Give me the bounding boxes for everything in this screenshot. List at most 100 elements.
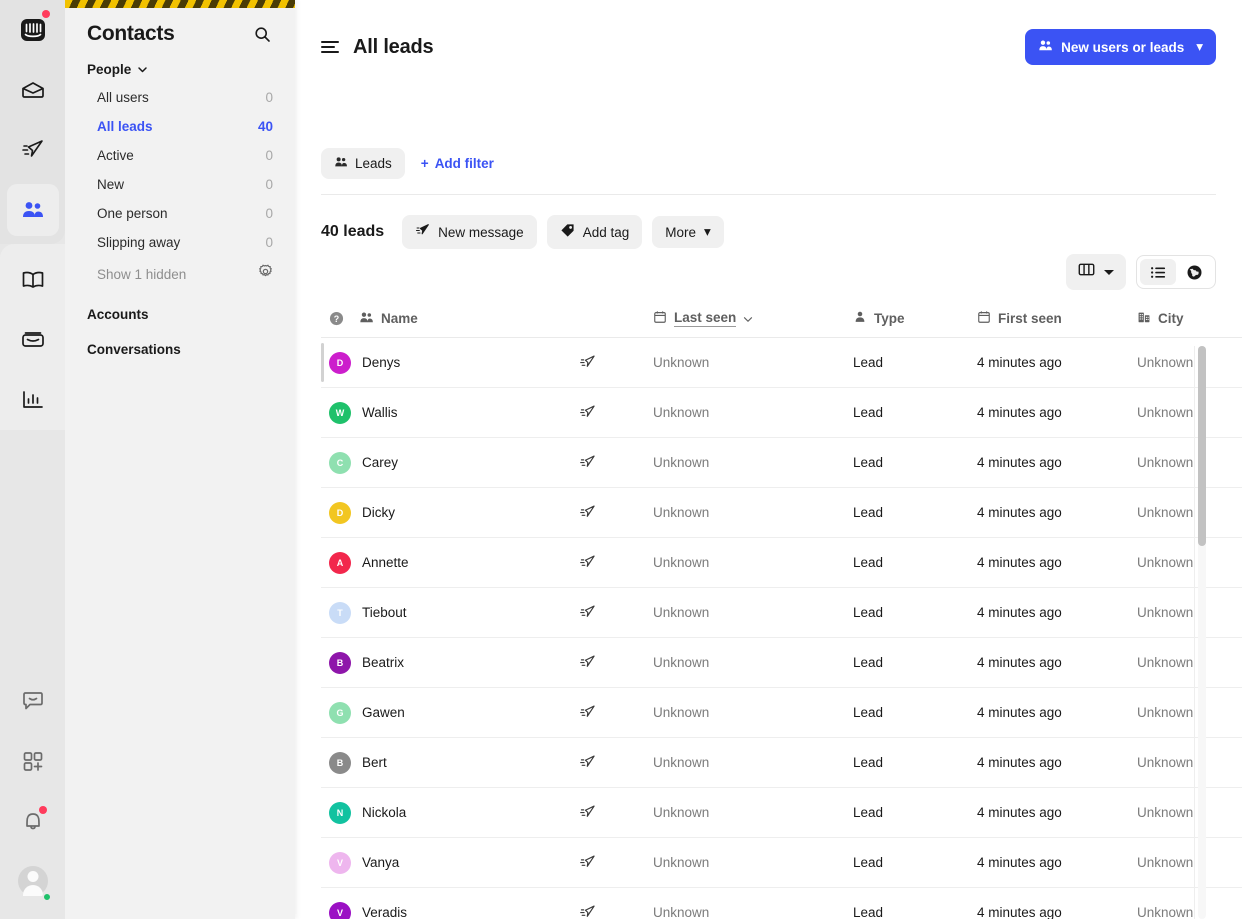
table-row[interactable]: V Vanya Unknown Lead 4 minutes ago Unknown bbox=[321, 838, 1242, 888]
table-row[interactable]: G Gawen Unknown Lead 4 minutes ago Unknown bbox=[321, 688, 1242, 738]
column-header-city[interactable]: City bbox=[1137, 310, 1242, 327]
table-row[interactable]: A Annette Unknown Lead 4 minutes ago Unknown bbox=[321, 538, 1242, 588]
sidebar-item-outbound[interactable] bbox=[7, 124, 59, 176]
add-filter-button[interactable]: + Add filter bbox=[415, 149, 500, 178]
column-header-label: Type bbox=[874, 311, 905, 326]
map-view-button[interactable] bbox=[1176, 259, 1212, 285]
cell-first-seen: 4 minutes ago bbox=[977, 505, 1062, 520]
people-icon bbox=[334, 155, 348, 172]
send-message-icon[interactable] bbox=[579, 904, 653, 919]
cell-name[interactable]: V Veradis bbox=[329, 901, 579, 919]
column-header-name[interactable]: Name bbox=[359, 310, 579, 328]
search-icon[interactable] bbox=[251, 23, 273, 45]
table-row[interactable]: T Tiebout Unknown Lead 4 minutes ago Unknown bbox=[321, 588, 1242, 638]
cell-name[interactable]: C Carey bbox=[329, 451, 579, 474]
cell-last-seen: Unknown bbox=[653, 855, 710, 870]
table-body: D Denys Unknown Lead 4 minutes ago Unknown W Wa… bbox=[321, 338, 1242, 919]
sidebar-item-inbox[interactable] bbox=[7, 64, 59, 116]
column-header-last-seen[interactable]: Last seen bbox=[653, 310, 853, 327]
new-users-or-leads-button[interactable]: New users or leads ▾ bbox=[1025, 29, 1216, 65]
cell-name[interactable]: T Tiebout bbox=[329, 601, 579, 624]
cell-name[interactable]: A Annette bbox=[329, 551, 579, 574]
user-avatar[interactable] bbox=[7, 855, 59, 907]
apps-add-icon[interactable] bbox=[7, 735, 59, 787]
contact-name: Tiebout bbox=[362, 605, 407, 620]
cell-name[interactable]: W Wallis bbox=[329, 401, 579, 424]
contact-name: Denys bbox=[362, 355, 401, 370]
table-row[interactable]: B Bert Unknown Lead 4 minutes ago Unknown bbox=[321, 738, 1242, 788]
gear-icon[interactable] bbox=[258, 264, 273, 284]
cell-name[interactable]: V Vanya bbox=[329, 851, 579, 874]
more-button[interactable]: More ▾ bbox=[652, 216, 724, 248]
table-row[interactable]: D Dicky Unknown Lead 4 minutes ago Unknown bbox=[321, 488, 1242, 538]
new-message-button[interactable]: New message bbox=[402, 215, 537, 249]
send-message-icon[interactable] bbox=[579, 604, 653, 621]
cell-name[interactable]: D Denys bbox=[329, 351, 579, 374]
list-view-button[interactable] bbox=[1140, 259, 1176, 285]
table-scrollbar[interactable] bbox=[1198, 346, 1206, 919]
send-message-icon[interactable] bbox=[579, 404, 653, 421]
cell-name[interactable]: B Beatrix bbox=[329, 651, 579, 674]
columns-button[interactable] bbox=[1066, 254, 1126, 290]
main-page-title: All leads bbox=[353, 35, 434, 58]
plus-icon: + bbox=[420, 155, 429, 171]
cell-first-seen: 4 minutes ago bbox=[977, 655, 1062, 670]
scrollbar-thumb[interactable] bbox=[1198, 346, 1206, 546]
sidebar-item-news[interactable] bbox=[7, 314, 59, 366]
messenger-icon[interactable] bbox=[7, 675, 59, 727]
table-row[interactable]: C Carey Unknown Lead 4 minutes ago Unknown bbox=[321, 438, 1242, 488]
cell-city: Unknown bbox=[1137, 655, 1194, 670]
cell-last-seen: Unknown bbox=[653, 505, 710, 520]
person-icon bbox=[853, 310, 867, 327]
cell-name[interactable]: D Dicky bbox=[329, 501, 579, 524]
cell-name[interactable]: B Bert bbox=[329, 751, 579, 774]
column-header-label: Last seen bbox=[674, 310, 737, 327]
send-message-icon[interactable] bbox=[579, 454, 653, 471]
send-message-icon[interactable] bbox=[579, 704, 653, 721]
intercom-logo[interactable] bbox=[7, 4, 59, 56]
cell-name[interactable]: N Nickola bbox=[329, 801, 579, 824]
sidebar-item-articles[interactable] bbox=[7, 254, 59, 306]
column-header-help[interactable]: ? bbox=[329, 311, 359, 326]
hamburger-line bbox=[321, 46, 335, 48]
send-message-icon[interactable] bbox=[579, 554, 653, 571]
contact-name: Bert bbox=[362, 755, 387, 770]
cell-name[interactable]: G Gawen bbox=[329, 701, 579, 724]
sidebar-item-all-users[interactable]: All users 0 bbox=[65, 83, 295, 112]
sidebar-item-reports[interactable] bbox=[7, 374, 59, 426]
sidebar-item-all-leads[interactable]: All leads 40 bbox=[65, 112, 295, 141]
hamburger-line bbox=[321, 51, 339, 53]
filter-chip-leads[interactable]: Leads bbox=[321, 147, 405, 179]
hamburger-icon[interactable] bbox=[321, 38, 339, 56]
send-message-icon[interactable] bbox=[579, 504, 653, 521]
cell-type: Lead bbox=[853, 505, 884, 520]
notifications-bell-icon[interactable] bbox=[7, 795, 59, 847]
sidebar-item-new[interactable]: New 0 bbox=[65, 170, 295, 199]
table-row[interactable]: W Wallis Unknown Lead 4 minutes ago Unknown bbox=[321, 388, 1242, 438]
sidebar-section-people[interactable]: People bbox=[65, 46, 295, 83]
sidebar-item-one-person[interactable]: One person 0 bbox=[65, 199, 295, 228]
send-message-icon[interactable] bbox=[579, 354, 653, 371]
column-header-type[interactable]: Type bbox=[853, 310, 977, 327]
contact-name: Carey bbox=[362, 455, 399, 470]
sidebar-section-accounts[interactable]: Accounts bbox=[65, 291, 295, 326]
list-icon bbox=[1150, 266, 1165, 278]
sidebar-item-slipping-away[interactable]: Slipping away 0 bbox=[65, 228, 295, 257]
sidebar-item-contacts[interactable] bbox=[6, 184, 59, 236]
contact-avatar: B bbox=[329, 651, 351, 674]
send-message-icon[interactable] bbox=[579, 854, 653, 871]
sidebar-section-conversations[interactable]: Conversations bbox=[65, 326, 295, 361]
filter-bar: Leads + Add filter bbox=[295, 146, 1242, 180]
contact-avatar: W bbox=[329, 401, 351, 424]
table-row[interactable]: V Veradis Unknown Lead 4 minutes ago Unknown bbox=[321, 888, 1242, 919]
table-row[interactable]: N Nickola Unknown Lead 4 minutes ago Unknown bbox=[321, 788, 1242, 838]
table-row[interactable]: B Beatrix Unknown Lead 4 minutes ago Unknown bbox=[321, 638, 1242, 688]
send-message-icon[interactable] bbox=[579, 804, 653, 821]
send-message-icon[interactable] bbox=[579, 654, 653, 671]
sidebar-item-show-hidden[interactable]: Show 1 hidden bbox=[65, 257, 295, 291]
column-header-first-seen[interactable]: First seen bbox=[977, 310, 1137, 327]
add-tag-button[interactable]: Add tag bbox=[546, 215, 643, 249]
sidebar-item-active[interactable]: Active 0 bbox=[65, 141, 295, 170]
send-message-icon[interactable] bbox=[579, 754, 653, 771]
table-row[interactable]: D Denys Unknown Lead 4 minutes ago Unknown bbox=[321, 338, 1242, 388]
